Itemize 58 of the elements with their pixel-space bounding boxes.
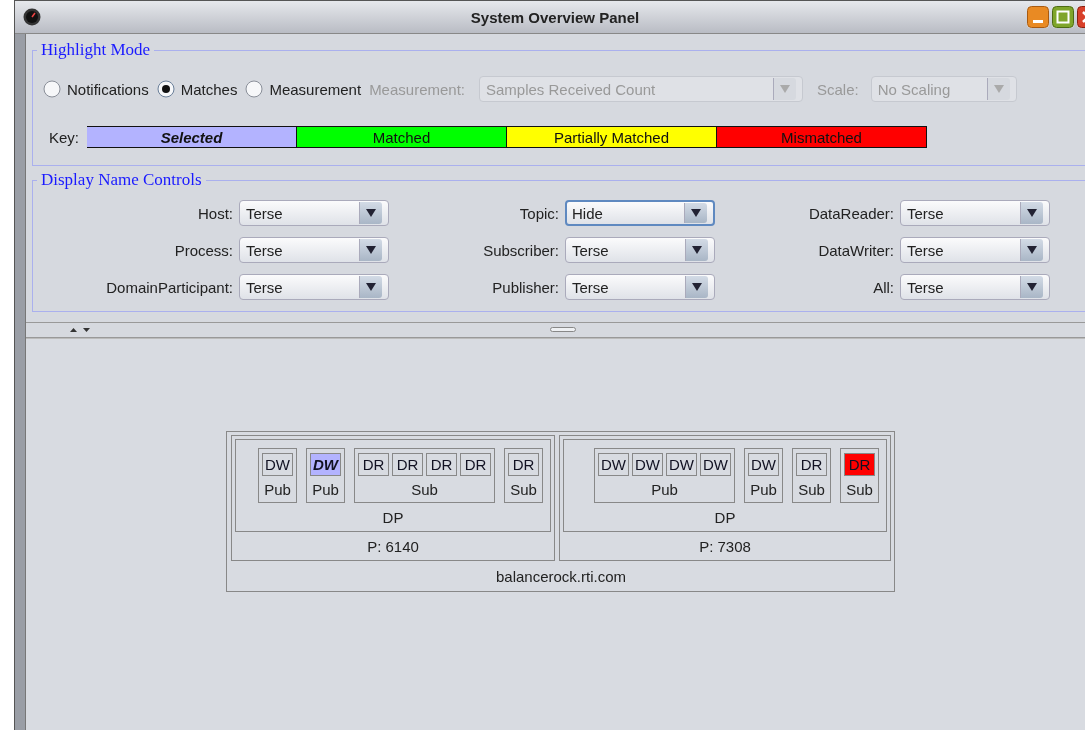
entity-node[interactable]: DR: [508, 453, 539, 476]
entity-node[interactable]: DR: [460, 453, 491, 476]
radio-option[interactable]: Measurement: [245, 80, 362, 98]
name-dropdown[interactable]: Terse: [239, 274, 389, 300]
group-label: Pub: [264, 479, 291, 500]
field-label: DataWriter:: [817, 241, 894, 259]
group-label: Pub: [312, 479, 339, 500]
field-label: Process:: [173, 241, 233, 259]
entity-node[interactable]: DW: [700, 453, 731, 476]
field-label: Publisher:: [491, 278, 559, 296]
entity-node[interactable]: DR: [844, 453, 875, 476]
entity-node[interactable]: DW: [748, 453, 779, 476]
field-label: DataReader:: [807, 204, 894, 222]
participant-label: DP: [382, 507, 404, 528]
group-label: Sub: [846, 479, 873, 500]
name-dropdown[interactable]: Terse: [565, 274, 715, 300]
field-label: DomainParticipant:: [105, 278, 233, 296]
field-label: Host:: [197, 204, 233, 222]
name-dropdown[interactable]: Terse: [900, 274, 1050, 300]
key-label: Key:: [49, 128, 79, 146]
legend-swatch: Partially Matched: [507, 126, 717, 148]
group-title: Highlight Mode: [40, 40, 152, 60]
field-label: Measurement:: [369, 80, 465, 98]
radio-option[interactable]: Matches: [156, 80, 238, 98]
entity-node[interactable]: DR: [796, 453, 827, 476]
entity-node[interactable]: DR: [392, 453, 423, 476]
field-label: Scale:: [817, 80, 859, 98]
entity-node[interactable]: DR: [358, 453, 389, 476]
legend-swatch: Matched: [297, 126, 507, 148]
group-label: Pub: [750, 479, 777, 500]
window-title: System Overview Panel: [470, 8, 640, 26]
name-dropdown[interactable]: Hide: [565, 200, 715, 226]
radio-option[interactable]: Notifications: [43, 80, 149, 98]
group-label: Sub: [798, 479, 825, 500]
name-dropdown[interactable]: Terse: [565, 237, 715, 263]
entity-node[interactable]: DW: [310, 453, 341, 476]
entity-node[interactable]: DW: [262, 453, 293, 476]
field-label: Topic:: [518, 204, 559, 222]
participant-label: DP: [714, 507, 736, 528]
legend-swatch: Selected: [87, 126, 297, 148]
entity-node[interactable]: DR: [426, 453, 457, 476]
host-label: balancerock.rti.com: [495, 566, 627, 587]
legend-swatch: Mismatched: [717, 126, 927, 148]
group-label: Pub: [651, 479, 678, 500]
field-label: All:: [872, 278, 894, 296]
process-label: P: 7308: [699, 536, 751, 557]
name-dropdown[interactable]: Terse: [900, 237, 1050, 263]
process-label: P: 6140: [367, 536, 419, 557]
group-title: Display Name Controls: [40, 170, 203, 190]
entity-node[interactable]: DW: [598, 453, 629, 476]
name-dropdown[interactable]: Terse: [900, 200, 1050, 226]
entity-node[interactable]: DW: [666, 453, 697, 476]
name-dropdown[interactable]: Terse: [239, 200, 389, 226]
entity-node[interactable]: DW: [632, 453, 663, 476]
name-dropdown[interactable]: Terse: [239, 237, 389, 263]
group-label: Sub: [510, 479, 537, 500]
field-label: Subscriber:: [482, 241, 559, 259]
group-label: Sub: [411, 479, 438, 500]
